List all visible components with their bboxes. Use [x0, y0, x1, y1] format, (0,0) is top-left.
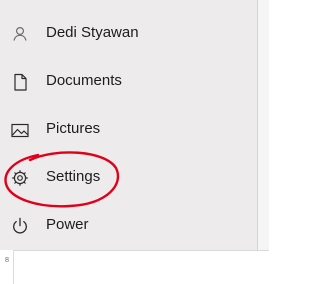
menu-item-user-account[interactable]: Dedi Styawan	[0, 10, 257, 58]
pictures-icon	[9, 119, 31, 141]
document-icon	[9, 71, 31, 93]
ruler-mark: 8	[4, 256, 10, 264]
power-icon	[9, 215, 31, 237]
scrollbar-track[interactable]	[257, 0, 269, 250]
gear-icon	[9, 167, 31, 189]
document-area	[0, 250, 269, 284]
menu-item-documents[interactable]: Documents	[0, 58, 257, 106]
menu-item-settings[interactable]: Settings	[0, 154, 257, 202]
menu-item-label: Dedi Styawan	[46, 24, 139, 41]
menu-item-label: Pictures	[46, 120, 101, 137]
menu-item-label: Documents	[46, 72, 122, 89]
user-icon	[9, 23, 31, 45]
menu-item-label: Power	[46, 216, 89, 233]
menu-item-label: Settings	[46, 168, 101, 185]
menu-item-pictures[interactable]: Pictures	[0, 106, 257, 154]
menu-item-power[interactable]: Power	[0, 202, 257, 250]
